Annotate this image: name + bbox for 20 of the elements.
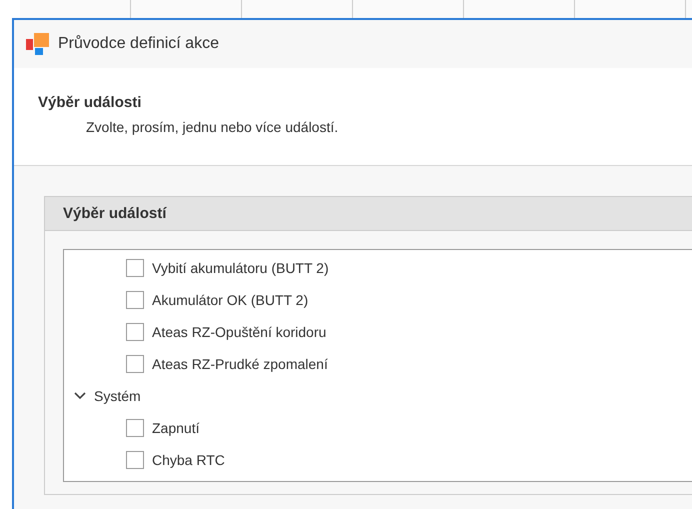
- checkbox[interactable]: [126, 451, 144, 469]
- event-label: Vybití akumulátoru (BUTT 2): [152, 260, 329, 276]
- step-description: Zvolte, prosím, jednu nebo více událostí.: [85, 119, 340, 135]
- event-label: Ateas RZ-Prudké zpomalení: [152, 356, 328, 372]
- event-label: Chyba RTC: [152, 452, 225, 468]
- event-label: Akumulátor OK (BUTT 2): [152, 292, 308, 308]
- checkbox[interactable]: [126, 355, 144, 373]
- tree-group-row[interactable]: Systém: [64, 380, 692, 412]
- checkbox[interactable]: [126, 323, 144, 341]
- group-title: Výběr událostí: [45, 197, 692, 231]
- chevron-down-icon[interactable]: [74, 392, 86, 400]
- window-title: Průvodce definicí akce: [58, 35, 219, 53]
- checkbox[interactable]: [126, 291, 144, 309]
- checkbox[interactable]: [126, 259, 144, 277]
- tree-group-label: Systém: [94, 388, 141, 404]
- app-logo-icon: [26, 33, 50, 55]
- step-title: Výběr události: [38, 94, 142, 111]
- event-label: Zapnutí: [152, 420, 200, 436]
- checkbox[interactable]: [126, 419, 144, 437]
- event-label: Ateas RZ-Opuštění koridoru: [152, 324, 326, 340]
